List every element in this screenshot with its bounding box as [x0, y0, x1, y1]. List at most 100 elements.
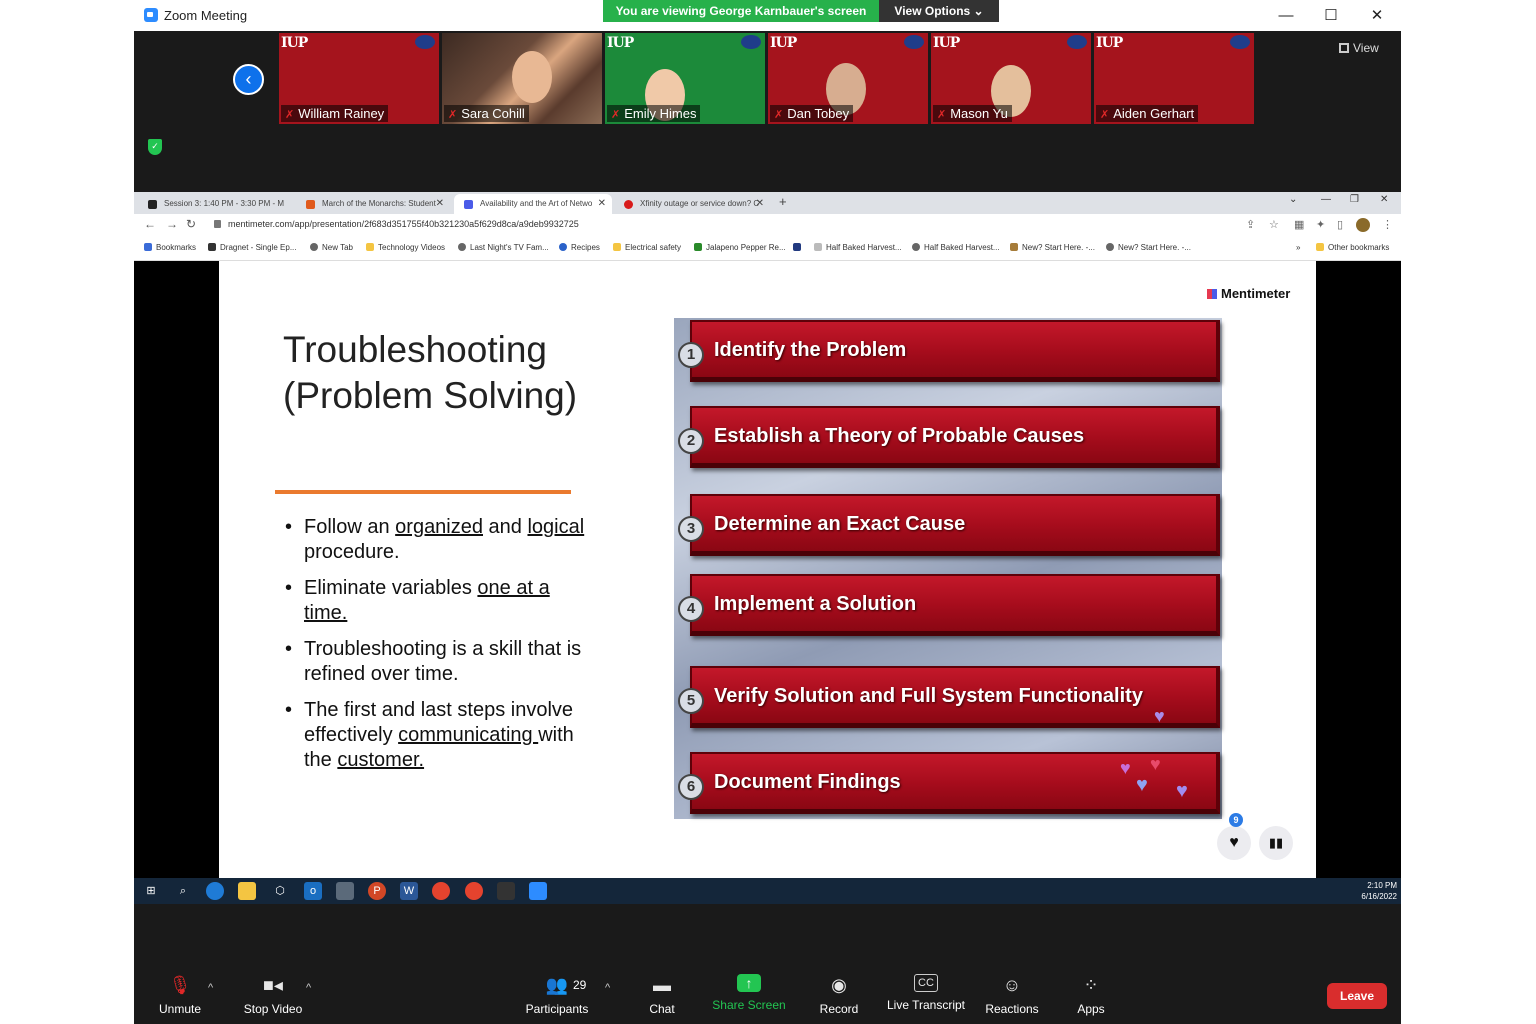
bookmark-item[interactable]: Half Baked Harvest...: [912, 243, 1000, 252]
security-shield-icon[interactable]: ✓: [148, 139, 162, 155]
minimize-button[interactable]: —: [1263, 0, 1309, 31]
kebab-menu-icon[interactable]: ⋮: [1382, 218, 1393, 231]
profile-avatar[interactable]: [1356, 218, 1370, 232]
tab-search-icon[interactable]: ⌄: [1289, 194, 1297, 205]
tab-close-icon[interactable]: ✕: [756, 194, 764, 214]
bookmark-item[interactable]: New? Start Here. -...: [1010, 243, 1095, 252]
browser-tab[interactable]: March of the Monarchs: Student ✕: [296, 194, 450, 214]
view-label: View: [1353, 41, 1379, 55]
chat-button[interactable]: ▬ Chat: [644, 974, 680, 1016]
reload-icon[interactable]: ↻: [186, 217, 196, 231]
shared-windows-taskbar: ⊞ ⌕ ⬡ o P W 2:10 PM 6/16/2022: [134, 878, 1401, 904]
tab-label: March of the Monarchs: Student: [322, 199, 436, 208]
comment-button[interactable]: ▮▮: [1259, 826, 1293, 860]
share-screen-label: Share Screen: [712, 998, 786, 1012]
tab-close-icon[interactable]: ✕: [436, 194, 444, 214]
participant-tile[interactable]: IUP ✗ Emily Himes: [605, 33, 765, 124]
apps-button[interactable]: ⁘ Apps: [1074, 974, 1108, 1016]
terminal-icon[interactable]: [497, 882, 515, 900]
globe-icon: [912, 243, 920, 251]
participant-name: Mason Yu: [950, 106, 1008, 121]
audio-options-caret-icon[interactable]: ^: [208, 982, 213, 994]
bookmark-item[interactable]: Recipes: [559, 243, 600, 252]
bookmark-favicon: [814, 243, 822, 251]
browser-tab-active[interactable]: Availability and the Art of Netwo ✕: [454, 194, 612, 214]
app-icon[interactable]: ⬡: [271, 882, 289, 900]
step-number: 5: [678, 688, 704, 714]
reactions-button[interactable]: ☺ Reactions: [984, 974, 1040, 1016]
maximize-button[interactable]: ☐: [1308, 0, 1354, 31]
muted-mic-icon: ✗: [611, 109, 621, 121]
bookmark-item[interactable]: Bookmarks: [144, 243, 196, 252]
bookmark-item[interactable]: New Tab: [310, 243, 353, 252]
bookmark-item[interactable]: Last Night's TV Fam...: [458, 243, 549, 252]
tab-label: Xfinity outage or service down? C: [640, 199, 760, 208]
step-banner: 4 Implement a Solution: [678, 574, 1220, 636]
bookmark-item[interactable]: New? Start Here. -...: [1106, 243, 1191, 252]
new-tab-icon[interactable]: +: [779, 194, 787, 209]
close-button[interactable]: ✕: [1354, 0, 1400, 31]
back-icon[interactable]: ←: [144, 217, 156, 231]
heart-reaction-button[interactable]: ♥: [1217, 826, 1251, 860]
chrome-icon[interactable]: [432, 882, 450, 900]
forward-icon[interactable]: →: [166, 217, 178, 231]
video-options-caret-icon[interactable]: ^: [306, 982, 311, 994]
search-icon[interactable]: ⌕: [174, 882, 192, 900]
url-text[interactable]: mentimeter.com/app/presentation/2f683d35…: [228, 219, 579, 229]
browser-minimize-icon[interactable]: —: [1321, 194, 1331, 205]
browser-tab[interactable]: Session 3: 1:40 PM - 3:30 PM - M: [138, 194, 288, 214]
previous-page-button[interactable]: ‹: [233, 64, 264, 95]
extension-icon[interactable]: ▦: [1294, 218, 1304, 231]
share-screen-button[interactable]: ↑ Share Screen: [712, 974, 786, 1012]
stop-video-button[interactable]: ■◂ Stop Video: [240, 974, 306, 1016]
browser-restore-icon[interactable]: ❐: [1350, 194, 1359, 205]
participant-tile[interactable]: IUP ✗ Dan Tobey: [768, 33, 928, 124]
bookmark-item[interactable]: Jalapeno Pepper Re...: [694, 243, 786, 252]
windows-start-icon[interactable]: ⊞: [142, 882, 160, 900]
apps-icon: ⁘: [1083, 975, 1099, 995]
outlook-icon[interactable]: o: [304, 882, 322, 900]
edge-icon[interactable]: [206, 882, 224, 900]
word-icon[interactable]: W: [400, 882, 418, 900]
bookmark-item[interactable]: Half Baked Harvest...: [814, 243, 902, 252]
zoom-icon[interactable]: [529, 882, 547, 900]
shared-browser-chrome: Session 3: 1:40 PM - 3:30 PM - M March o…: [134, 192, 1401, 261]
browser-tab[interactable]: Xfinity outage or service down? C ✕: [614, 194, 770, 214]
participant-tile[interactable]: IUP ✗ Mason Yu: [931, 33, 1091, 124]
bookmark-item[interactable]: Dragnet - Single Ep...: [208, 243, 296, 252]
puzzle-icon[interactable]: ✦: [1316, 218, 1325, 231]
participant-tile[interactable]: IUP ✗ William Rainey: [279, 33, 439, 124]
more-bookmarks-icon[interactable]: »: [1296, 243, 1300, 252]
muted-mic-icon: ✗: [937, 109, 947, 121]
bookmark-item[interactable]: Technology Videos: [366, 243, 445, 252]
powerpoint-icon[interactable]: P: [368, 882, 386, 900]
chrome-icon[interactable]: [465, 882, 483, 900]
mentimeter-mark-icon: [1207, 289, 1217, 299]
bookmark-item[interactable]: Electrical safety: [613, 243, 681, 252]
record-button[interactable]: ◉ Record: [816, 974, 862, 1016]
taskbar-clock: 2:10 PM 6/16/2022: [1361, 880, 1397, 902]
unmute-button[interactable]: 🎙 Unmute: [156, 974, 204, 1016]
bookmark-item[interactable]: Other bookmarks: [1316, 243, 1389, 252]
slide-title: Troubleshooting (Problem Solving): [283, 329, 578, 416]
side-panel-icon[interactable]: ▯: [1337, 218, 1343, 231]
share-icon[interactable]: ⇪: [1246, 218, 1255, 231]
live-transcript-button[interactable]: CC Live Transcript: [886, 974, 966, 1012]
participant-face: [512, 51, 552, 103]
file-explorer-icon[interactable]: [238, 882, 256, 900]
camp-badge-icon: [904, 35, 924, 49]
star-icon[interactable]: ☆: [1269, 218, 1279, 231]
participant-tile[interactable]: IUP ✗ Aiden Gerhart: [1094, 33, 1254, 124]
view-button[interactable]: View: [1339, 41, 1379, 55]
participant-tile[interactable]: ✗ Sara Cohill: [442, 33, 602, 124]
recipes-icon: [559, 243, 567, 251]
tab-favicon: [464, 200, 473, 209]
tab-close-icon[interactable]: ✕: [598, 194, 606, 214]
view-options-button[interactable]: View Options ⌄: [879, 0, 999, 22]
browser-close-icon[interactable]: ✕: [1380, 194, 1388, 205]
participants-caret-icon[interactable]: ^: [605, 982, 610, 994]
app-icon[interactable]: [336, 882, 354, 900]
floating-heart-icon: ♥: [1136, 774, 1148, 796]
bookmark-item[interactable]: [793, 243, 805, 252]
leave-button[interactable]: Leave: [1327, 983, 1387, 1009]
